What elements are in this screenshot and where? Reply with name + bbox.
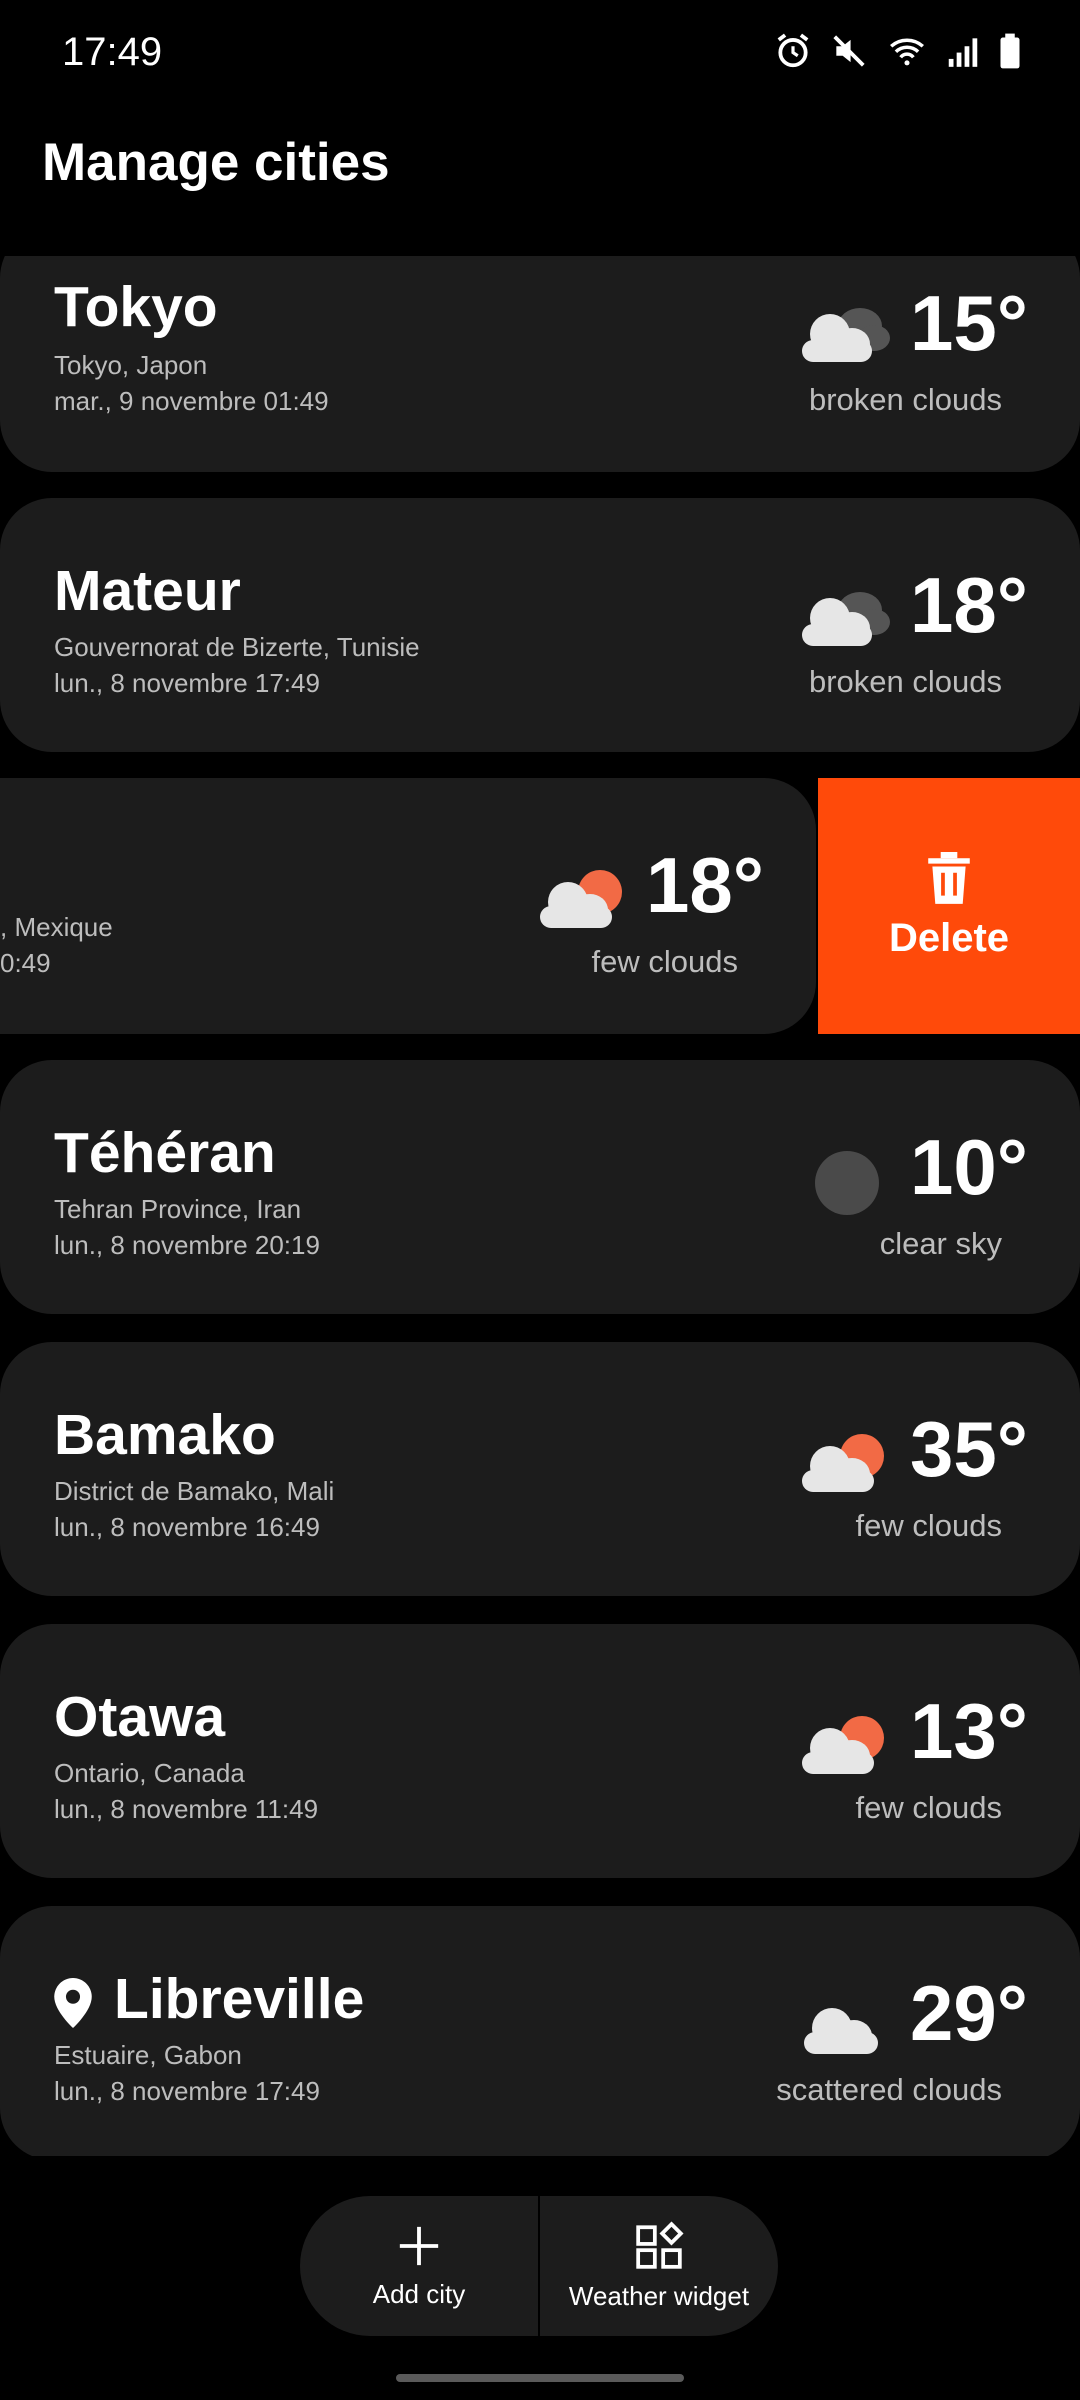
few-clouds-icon (540, 870, 622, 928)
wifi-icon (890, 38, 924, 66)
broken-clouds-icon (802, 308, 890, 362)
swiped-city-row[interactable]: , Mexique 0:49 18° few clouds Delete (0, 778, 1080, 1034)
city-list[interactable]: Tokyo Tokyo, Japon mar., 9 novembre 01:4… (0, 256, 1080, 2156)
city-name: Libreville (114, 1967, 365, 2031)
city-condition: broken clouds (808, 664, 1002, 699)
city-region: , Mexique (0, 912, 113, 942)
status-bar: 17:49 (0, 0, 1080, 110)
city-name-row: Libreville (54, 1966, 364, 2032)
city-card-tokyo[interactable]: Tokyo Tokyo, Japon mar., 9 novembre 01:4… (0, 256, 1080, 472)
city-datetime: lun., 8 novembre 17:49 (54, 2076, 320, 2106)
status-time: 17:49 (62, 30, 163, 74)
city-name: Otawa (54, 1685, 226, 1749)
city-condition: few clouds (591, 944, 738, 979)
city-region: Tokyo, Japon (54, 350, 208, 380)
city-datetime: mar., 9 novembre 01:49 (54, 386, 329, 416)
clear-night-icon (815, 1151, 879, 1215)
few-clouds-icon (802, 1434, 884, 1492)
screen: 17:49 Manage cities Tokyo Tokyo, Japon m… (0, 0, 1080, 2400)
city-condition: scattered clouds (776, 2072, 1002, 2107)
city-condition: broken clouds (808, 382, 1002, 417)
trash-icon (928, 851, 970, 904)
city-region: Ontario, Canada (54, 1758, 245, 1788)
few-clouds-icon (802, 1716, 884, 1774)
city-card-teheran[interactable]: Téhéran Tehran Province, Iran lun., 8 no… (0, 1060, 1080, 1314)
city-condition: clear sky (879, 1226, 1002, 1261)
city-region: Gouvernorat de Bizerte, Tunisie (54, 632, 420, 662)
city-temperature: 18° (910, 561, 1028, 649)
bottom-action-bar: Add city Weather widget (300, 2196, 778, 2336)
city-card-otawa[interactable]: Otawa Ontario, Canada lun., 8 novembre 1… (0, 1624, 1080, 1878)
city-region: District de Bamako, Mali (54, 1476, 335, 1506)
battery-icon (1000, 33, 1020, 69)
weather-widget-label: Weather widget (568, 2280, 750, 2311)
city-name: Mateur (54, 559, 241, 623)
city-temperature: 35° (910, 1405, 1028, 1493)
add-city-label: Add city (372, 2278, 466, 2309)
city-card-libreville[interactable]: Libreville Estuaire, Gabon lun., 8 novem… (0, 1906, 1080, 2156)
city-card-bamako[interactable]: Bamako District de Bamako, Mali lun., 8 … (0, 1342, 1080, 1596)
page-title: Manage cities (42, 133, 390, 192)
add-city-button[interactable]: Add city (300, 2196, 538, 2336)
city-temperature: 10° (910, 1123, 1028, 1211)
broken-clouds-icon (802, 592, 890, 646)
city-temperature: 13° (910, 1687, 1028, 1775)
city-datetime: lun., 8 novembre 17:49 (54, 668, 320, 698)
scattered-clouds-icon (804, 2008, 878, 2054)
city-card-mateur[interactable]: Mateur Gouvernorat de Bizerte, Tunisie l… (0, 498, 1080, 752)
delete-label: Delete (888, 915, 1010, 960)
city-temperature: 18° (646, 841, 764, 929)
signal-icon (948, 38, 978, 67)
city-region: Estuaire, Gabon (54, 2040, 242, 2070)
city-name: Tokyo (54, 275, 218, 339)
delete-button[interactable]: Delete (818, 778, 1080, 1034)
status-icons (774, 32, 1022, 70)
weather-widget-button[interactable]: Weather widget (540, 2196, 778, 2336)
widget-icon (636, 2220, 684, 2269)
city-datetime: 0:49 (0, 948, 51, 978)
city-datetime: lun., 8 novembre 11:49 (54, 1794, 319, 1824)
plus-icon (399, 2226, 439, 2265)
city-region: Tehran Province, Iran (54, 1194, 302, 1224)
location-pin-icon (54, 1977, 92, 2028)
city-condition: few clouds (855, 1790, 1002, 1825)
city-datetime: lun., 8 novembre 16:49 (54, 1512, 320, 1542)
city-condition: few clouds (855, 1508, 1002, 1543)
city-datetime: lun., 8 novembre 20:19 (54, 1230, 320, 1260)
mute-icon (833, 35, 865, 67)
city-name: Bamako (54, 1403, 276, 1467)
city-temperature: 29° (910, 1969, 1028, 2057)
alarm-icon (777, 33, 809, 68)
city-temperature: 15° (910, 279, 1028, 367)
city-name: Téhéran (54, 1121, 276, 1185)
city-card-swiped[interactable]: , Mexique 0:49 18° few clouds (0, 778, 816, 1034)
home-indicator[interactable] (396, 2374, 684, 2382)
